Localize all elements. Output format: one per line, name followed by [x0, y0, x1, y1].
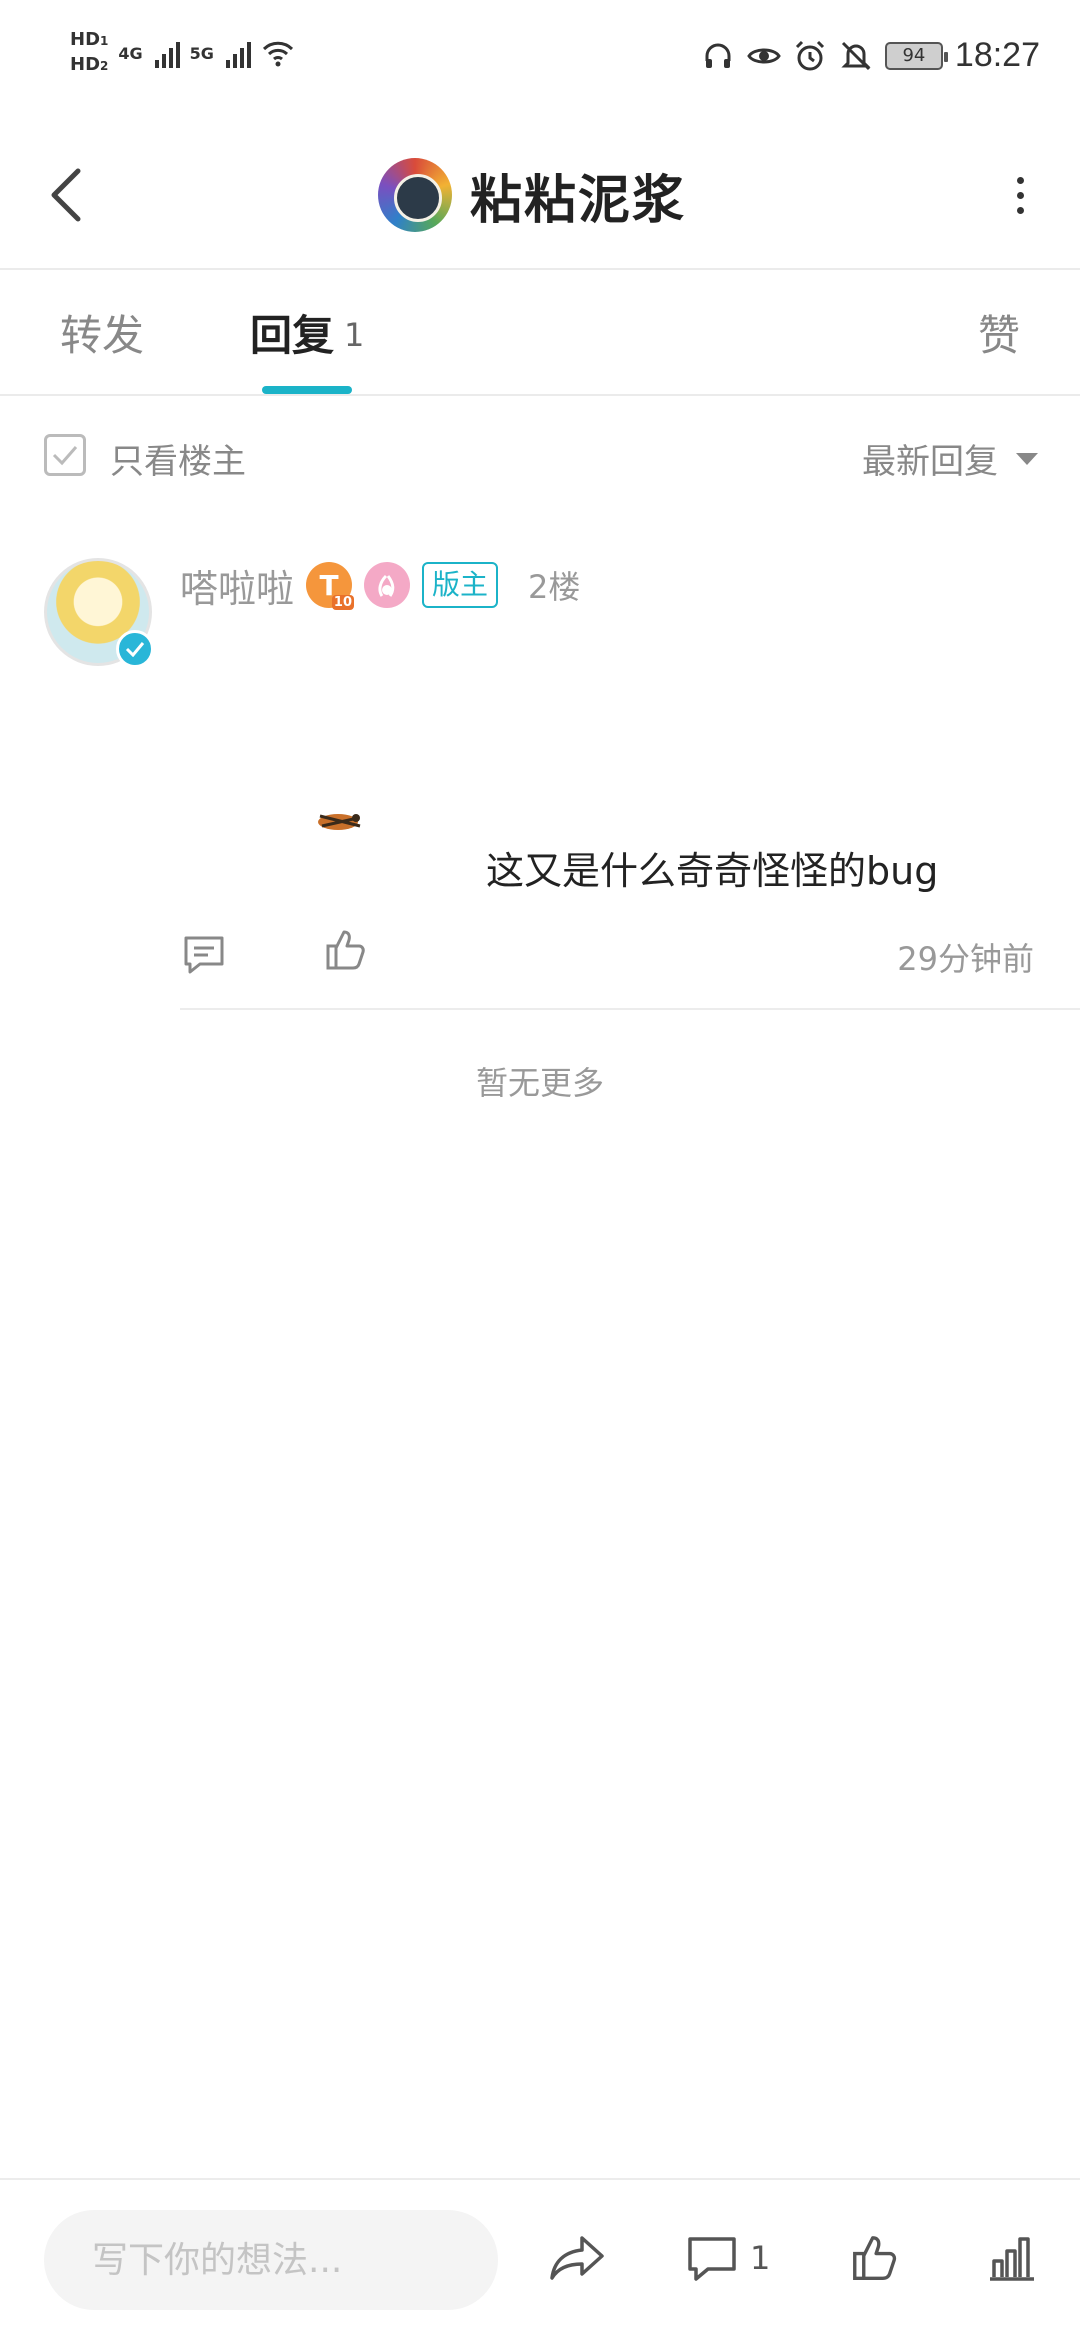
tab-like[interactable]: 赞 [978, 302, 1020, 363]
check-icon [125, 642, 145, 657]
status-bar-system: 94 18:27 [701, 36, 1040, 75]
headphones-icon [705, 43, 731, 68]
comment-count: 1 [750, 2239, 771, 2277]
thumbs-up-icon [853, 2236, 897, 2280]
reply-item: 嗒啦啦 T 10 版主 2楼 这又是什么奇奇怪怪的bug 29分钟前 [0, 540, 1080, 1010]
reply-actions: 29分钟前 [180, 920, 1040, 990]
reply-timestamp: 29分钟前 [897, 940, 1034, 978]
reply-text: 这又是什么奇奇怪怪的bug [486, 849, 939, 893]
moderator-badge: 版主 [422, 562, 499, 608]
more-options-button[interactable] [1000, 165, 1040, 225]
signal-bars-icon [154, 38, 180, 68]
hd1-sub: 1 [100, 34, 109, 48]
alarm-icon [795, 40, 824, 70]
dot-icon [1016, 206, 1024, 214]
divider [180, 1008, 1080, 1010]
bell-muted-icon [841, 41, 871, 70]
signal-bars-icon [225, 38, 251, 68]
wifi-icon [262, 41, 293, 67]
tab-reply-label: 回复 [250, 311, 335, 360]
top-nav: 粘粘泥浆 [0, 120, 1080, 270]
network-4g-label: 4G [118, 43, 143, 63]
sort-label: 最新回复 [862, 442, 998, 482]
hd2-sub: 2 [100, 59, 109, 73]
page-title: 粘粘泥浆 [470, 170, 687, 231]
back-button[interactable] [36, 160, 96, 230]
share-icon [550, 2236, 604, 2280]
comment-icon[interactable] [180, 930, 228, 978]
forum-avatar [378, 158, 452, 232]
like-button[interactable] [848, 2220, 902, 2296]
only-op-checkbox[interactable] [44, 434, 86, 476]
share-button[interactable] [548, 2220, 606, 2296]
fan-badge-icon [364, 562, 411, 608]
comment-bubble-icon [688, 2237, 736, 2281]
only-op-label[interactable]: 只看楼主 [110, 434, 246, 483]
checkmark-icon [52, 446, 78, 466]
username[interactable]: 嗒啦啦 [180, 558, 294, 613]
battery-level: 94 [902, 45, 926, 66]
comment-button[interactable]: 1 [686, 2220, 770, 2296]
chevron-left-icon [51, 168, 81, 222]
status-bar-signals: HD1 HD2 4G 5G [70, 30, 295, 76]
filter-row: 只看楼主 最新回复 [0, 420, 1080, 490]
dot-icon [1016, 191, 1024, 199]
tab-reply[interactable]: 回复 1 [250, 302, 364, 363]
level-badge-number: 10 [331, 595, 355, 610]
caret-down-icon [1016, 452, 1038, 465]
battery-icon: 94 [884, 41, 948, 70]
eye-icon [747, 48, 781, 63]
forum-title-group[interactable]: 粘粘泥浆 [378, 150, 686, 240]
hd-indicators: HD1 HD2 [70, 30, 108, 76]
username-row: 嗒啦啦 T 10 版主 2楼 [180, 550, 580, 620]
dot-icon [1016, 176, 1024, 184]
stats-button[interactable] [984, 2220, 1038, 2296]
tab-forward[interactable]: 转发 [60, 302, 144, 363]
rabbit-icon [378, 574, 395, 597]
hd2-label: HD [70, 54, 101, 75]
tab-bar: 转发 回复 1 赞 [0, 272, 1080, 396]
clock: 18:27 [954, 36, 1040, 74]
floor-number: 2楼 [528, 568, 581, 606]
status-bar: HD1 HD2 4G 5G 94 18:27 [0, 0, 1080, 120]
bar-chart-icon [990, 2237, 1034, 2281]
tab-reply-count: 1 [344, 316, 365, 354]
bottom-bar: 1 [0, 2178, 1080, 2340]
network-5g-label: 5G [189, 43, 214, 63]
level-badge: T 10 [306, 562, 355, 610]
sticker-image [318, 814, 361, 830]
sort-dropdown[interactable]: 最新回复 [862, 434, 1038, 483]
active-tab-indicator [262, 386, 352, 394]
verified-badge-icon [116, 630, 154, 668]
hd1-label: HD [70, 29, 101, 50]
no-more-label: 暂无更多 [475, 1064, 604, 1102]
thumbs-up-icon[interactable] [322, 926, 370, 974]
comment-input[interactable] [44, 2210, 498, 2310]
